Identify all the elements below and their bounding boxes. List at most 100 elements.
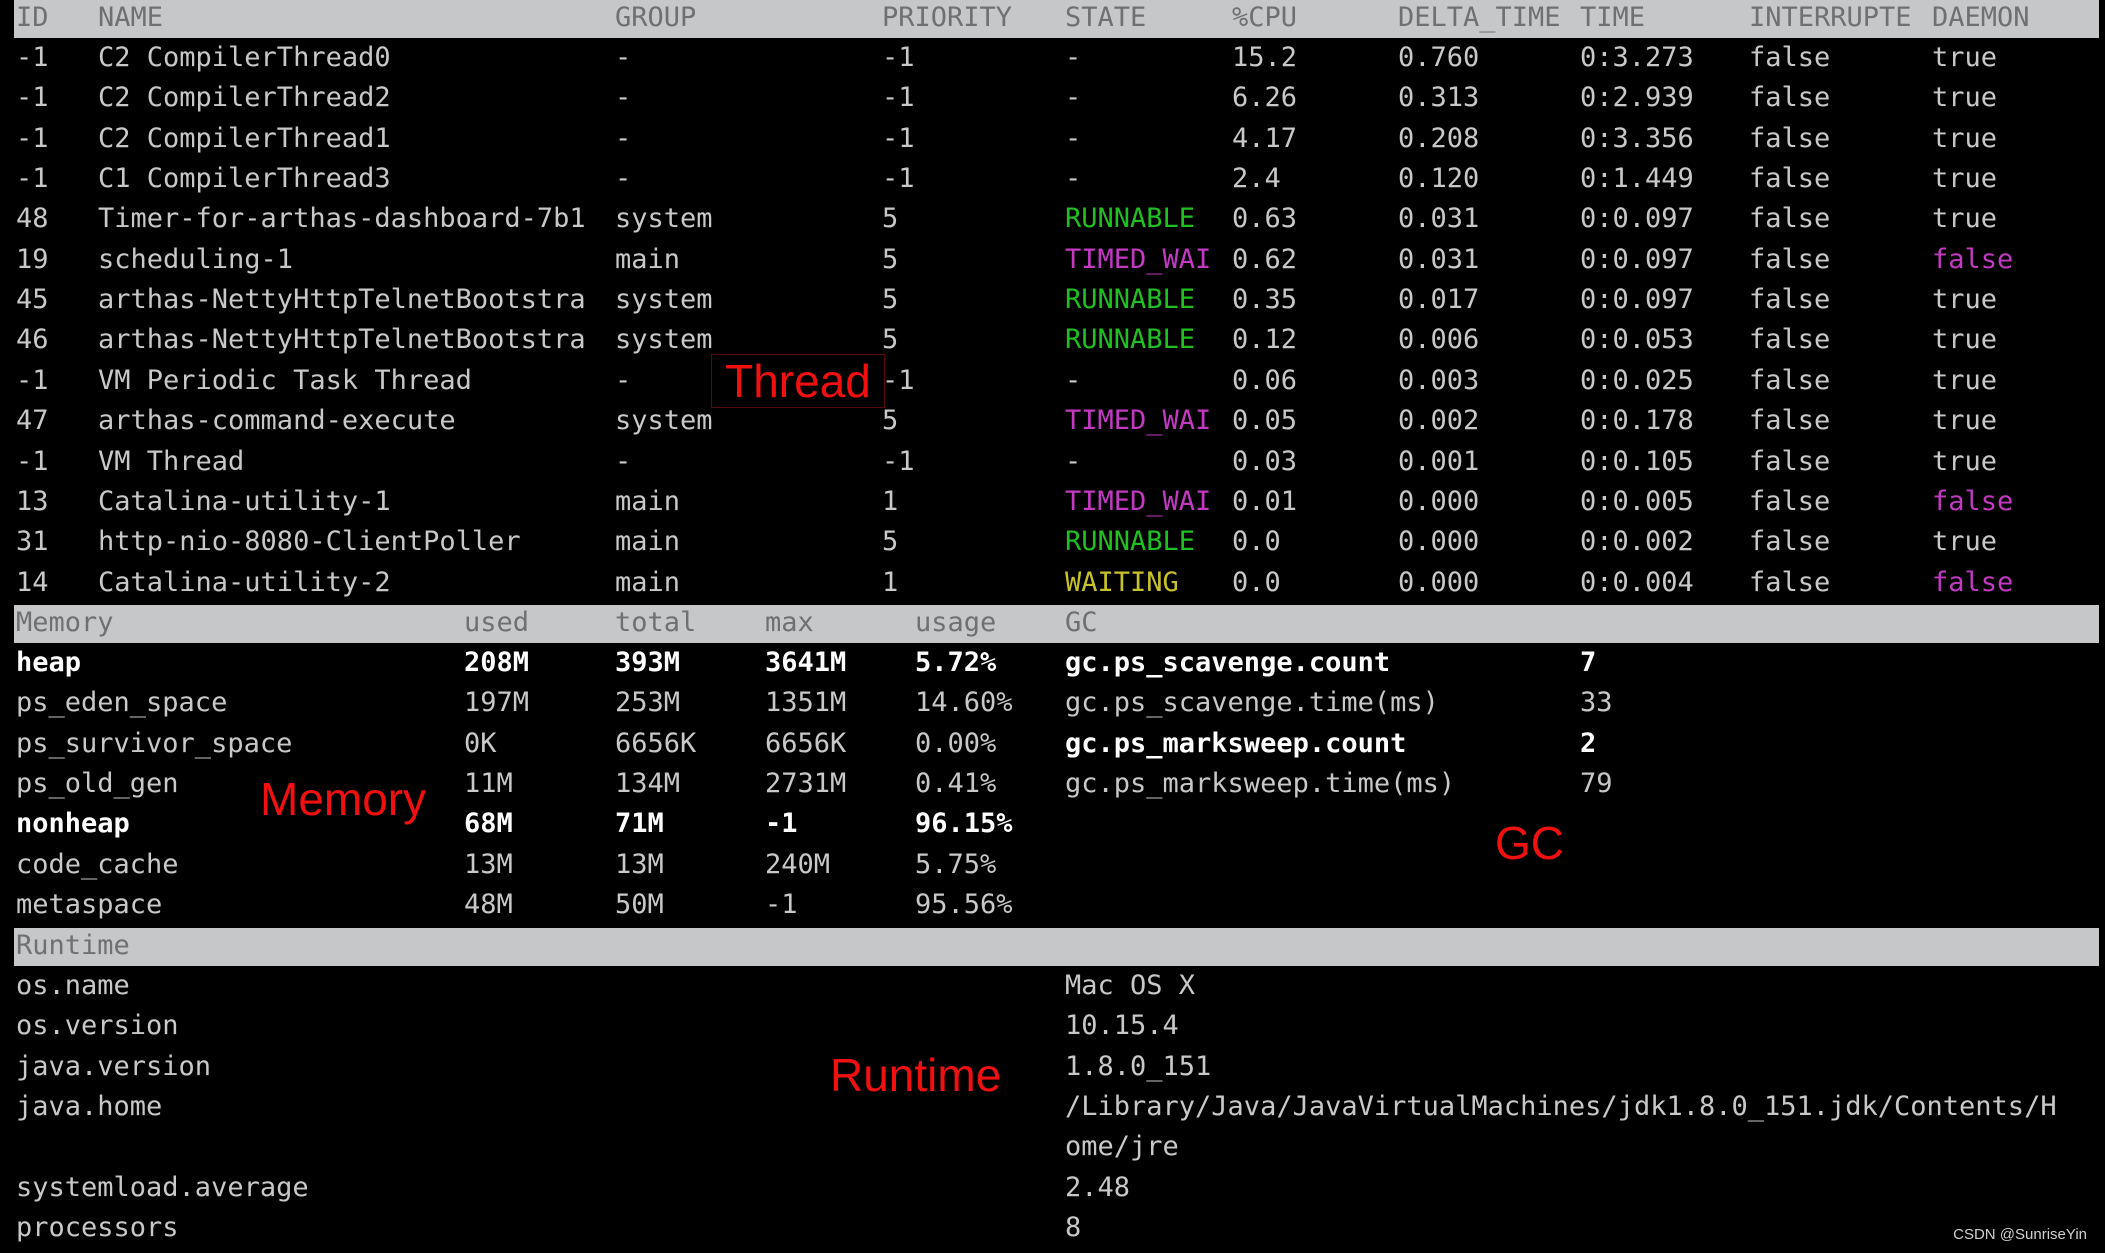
thread-cpu-cell: 15.2 <box>1232 42 1298 73</box>
memory-name-cell: ps_old_gen <box>16 768 179 799</box>
memory-max-cell: 3641M <box>765 647 847 678</box>
thread-time-cell: 0:1.449 <box>1580 163 1694 194</box>
memory-row: heap 208M 393M 3641M 5.72% gc.ps_scavenge.cou… <box>0 643 2105 683</box>
thread-interrupted-cell: false <box>1749 446 1831 477</box>
gc-metric-name: gc.ps_marksweep.time(ms) <box>1065 768 1456 799</box>
thread-state-cell: - <box>1065 365 1082 396</box>
column-header-daemon: DAEMON <box>1932 2 2030 33</box>
thread-id-cell: 45 <box>16 284 49 315</box>
runtime-key: systemload.average <box>16 1172 309 1203</box>
thread-state-cell: WAITING <box>1065 567 1179 598</box>
memory-name-cell: ps_eden_space <box>16 687 228 718</box>
thread-cpu-cell: 0.0 <box>1232 567 1281 598</box>
thread-group-cell: - <box>615 42 632 73</box>
thread-interrupted-cell: false <box>1749 324 1831 355</box>
memory-section-annotation: Memory <box>260 773 427 825</box>
thread-id-cell: 48 <box>16 203 49 234</box>
thread-state-cell: RUNNABLE <box>1065 284 1196 315</box>
runtime-section-annotation: Runtime <box>830 1049 1002 1101</box>
thread-state-cell: - <box>1065 42 1082 73</box>
memory-header-max: max <box>765 607 814 638</box>
thread-cpu-cell: 0.35 <box>1232 284 1298 315</box>
thread-id-cell: 47 <box>16 405 49 436</box>
thread-cpu-cell: 0.01 <box>1232 486 1298 517</box>
thread-id-cell: -1 <box>16 163 49 194</box>
thread-daemon-cell: true <box>1932 324 1998 355</box>
thread-id-cell: -1 <box>16 123 49 154</box>
thread-cpu-cell: 0.03 <box>1232 446 1298 477</box>
runtime-value: Mac OS X <box>1065 970 1196 1001</box>
thread-time-cell: 0:0.025 <box>1580 365 1694 396</box>
thread-interrupted-cell: false <box>1749 123 1831 154</box>
thread-cpu-cell: 0.06 <box>1232 365 1298 396</box>
thread-state-cell: TIMED_WAI <box>1065 405 1212 436</box>
column-header-time: TIME <box>1580 2 1646 33</box>
thread-time-cell: 0:0.004 <box>1580 567 1694 598</box>
thread-delta-cell: 0.031 <box>1398 203 1480 234</box>
memory-usage-cell: 95.56% <box>915 889 1013 920</box>
column-header-name: NAME <box>98 2 164 33</box>
memory-usage-cell: 96.15% <box>915 808 1013 839</box>
thread-priority-cell: 5 <box>882 203 899 234</box>
thread-cpu-cell: 4.17 <box>1232 123 1298 154</box>
thread-id-cell: 19 <box>16 244 49 275</box>
gc-header: GC <box>1065 607 1098 638</box>
watermark: CSDN @SunriseYin <box>1953 1226 2087 1243</box>
column-header-interrupted: INTERRUPTE <box>1749 2 1912 33</box>
thread-row: 48 Timer-for-arthas-dashboard-7b1 system 5 R… <box>0 199 2105 239</box>
thread-row: -1 VM Periodic Task Thread - -1 - 0.06 0.003 0:… <box>0 361 2105 401</box>
thread-interrupted-cell: false <box>1749 244 1831 275</box>
runtime-key: os.version <box>16 1010 179 1041</box>
memory-used-cell: 68M <box>464 808 513 839</box>
runtime-value: ome/jre <box>1065 1131 1179 1162</box>
thread-delta-cell: 0.003 <box>1398 365 1480 396</box>
thread-row: -1 C1 CompilerThread3 - -1 - 2.4 0.120 0:1.449 f… <box>0 159 2105 199</box>
thread-priority-cell: 5 <box>882 244 899 275</box>
column-header-delta: DELTA_TIME <box>1398 2 1561 33</box>
thread-daemon-cell: true <box>1932 526 1998 557</box>
thread-group-cell: - <box>615 446 632 477</box>
thread-id-cell: -1 <box>16 42 49 73</box>
thread-row: 13 Catalina-utility-1 main 1 TIMED_WAI 0.01 0.… <box>0 482 2105 522</box>
thread-delta-cell: 0.313 <box>1398 82 1480 113</box>
thread-row: 45 arthas-NettyHttpTelnetBootstra system 5 R… <box>0 280 2105 320</box>
memory-usage-cell: 5.75% <box>915 849 997 880</box>
thread-group-cell: system <box>615 324 713 355</box>
gc-metric-name: gc.ps_scavenge.count <box>1065 647 1391 678</box>
thread-group-cell: system <box>615 203 713 234</box>
thread-delta-cell: 0.031 <box>1398 244 1480 275</box>
memory-name-cell: metaspace <box>16 889 163 920</box>
memory-name-cell: code_cache <box>16 849 179 880</box>
gc-section-annotation: GC <box>1495 817 1564 869</box>
memory-usage-cell: 0.41% <box>915 768 997 799</box>
thread-row: -1 VM Thread - -1 - 0.03 0.001 0:0.105 false true <box>0 442 2105 482</box>
gc-metric-value: 33 <box>1580 687 1613 718</box>
thread-state-cell: TIMED_WAI <box>1065 244 1212 275</box>
memory-usage-cell: 5.72% <box>915 647 997 678</box>
thread-name-cell: VM Periodic Task Thread <box>98 365 472 396</box>
thread-row: -1 C2 CompilerThread0 - -1 - 15.2 0.760 0:3.273… <box>0 38 2105 78</box>
memory-max-cell: -1 <box>765 808 798 839</box>
gc-metric-name: gc.ps_scavenge.time(ms) <box>1065 687 1439 718</box>
thread-id-cell: 13 <box>16 486 49 517</box>
memory-total-cell: 71M <box>615 808 664 839</box>
thread-delta-cell: 0.760 <box>1398 42 1480 73</box>
thread-group-cell: main <box>615 526 681 557</box>
thread-interrupted-cell: false <box>1749 82 1831 113</box>
thread-priority-cell: -1 <box>882 82 915 113</box>
runtime-value: 2.48 <box>1065 1172 1131 1203</box>
thread-priority-cell: 1 <box>882 486 899 517</box>
runtime-row: systemload.average 2.48 <box>0 1168 2105 1208</box>
thread-priority-cell: -1 <box>882 123 915 154</box>
thread-daemon-cell: true <box>1932 284 1998 315</box>
thread-delta-cell: 0.208 <box>1398 123 1480 154</box>
thread-state-cell: RUNNABLE <box>1065 526 1196 557</box>
runtime-value: 1.8.0_151 <box>1065 1051 1212 1082</box>
gc-metric-name: gc.ps_marksweep.count <box>1065 728 1407 759</box>
memory-used-cell: 48M <box>464 889 513 920</box>
thread-daemon-cell: true <box>1932 123 1998 154</box>
thread-group-cell: system <box>615 405 713 436</box>
column-header-cpu: %CPU <box>1232 2 1298 33</box>
thread-delta-cell: 0.001 <box>1398 446 1480 477</box>
memory-used-cell: 11M <box>464 768 513 799</box>
